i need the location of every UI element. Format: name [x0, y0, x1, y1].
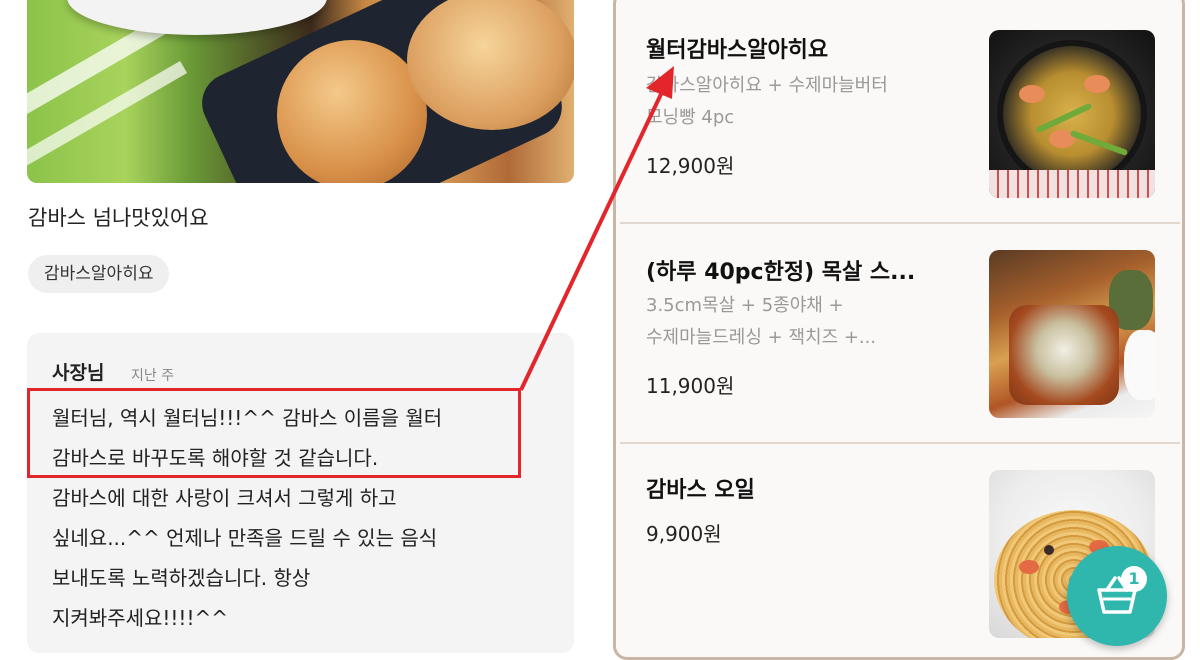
menu-item[interactable]: (하루 40pc한정) 목살 스... 3.5cm목살 + 5종야채 + 수제마…	[620, 224, 1180, 444]
menu-item-price: 9,900원	[646, 522, 722, 546]
menu-item-desc-line: 3.5cm목살 + 5종야채 +	[646, 295, 844, 316]
menu-item-title: 월터감바스알아히요	[646, 38, 829, 63]
reply-line: 싶네요...^^ 언제나 만족을 드릴 수 있는 음식	[52, 526, 438, 550]
menu-item-image	[989, 250, 1155, 418]
review-panel: 감바스 넘나맛있어요 감바스알아히요 사장님 지난 주 월터님, 역시 월터님!…	[0, 0, 600, 653]
menu-item-desc-line: 감바스알아히요 + 수제마늘버터	[646, 75, 888, 96]
reply-line: 보내도록 노력하겠습니다. 항상	[52, 566, 311, 590]
menu-item-desc: 감바스알아히요 + 수제마늘버터 모닝빵 4pc	[646, 70, 946, 134]
menu-item-desc-line: 수제마늘드레싱 + 잭치즈 +...	[646, 327, 877, 348]
menu-item-desc-line: 모닝빵 4pc	[646, 107, 735, 128]
cart-button[interactable]: 1	[1067, 546, 1167, 646]
reply-line: 감바스에 대한 사랑이 크셔서 그렇게 하고	[52, 486, 397, 510]
menu-item-price: 12,900원	[646, 154, 735, 178]
menu-item-title: 감바스 오일	[646, 478, 755, 503]
owner-reply: 사장님 지난 주 월터님, 역시 월터님!!!^^ 감바스 이름을 월터 감바스…	[27, 333, 574, 653]
reply-line: 지켜봐주세요!!!!^^	[52, 606, 228, 630]
menu-item-price: 11,900원	[646, 374, 735, 398]
menu-tag[interactable]: 감바스알아히요	[28, 255, 170, 293]
menu-item-image	[989, 30, 1155, 198]
menu-item-desc: 3.5cm목살 + 5종야채 + 수제마늘드레싱 + 잭치즈 +...	[646, 290, 946, 354]
cart-count-badge: 1	[1121, 566, 1147, 592]
review-text: 감바스 넘나맛있어요	[28, 206, 209, 230]
menu-item[interactable]: 월터감바스알아히요 감바스알아히요 + 수제마늘버터 모닝빵 4pc 12,90…	[620, 0, 1180, 224]
reply-time: 지난 주	[131, 368, 175, 384]
owner-name: 사장님	[52, 362, 105, 384]
highlight-box	[27, 388, 521, 478]
review-photo[interactable]	[27, 0, 574, 183]
menu-item-title: (하루 40pc한정) 목살 스...	[646, 260, 916, 285]
